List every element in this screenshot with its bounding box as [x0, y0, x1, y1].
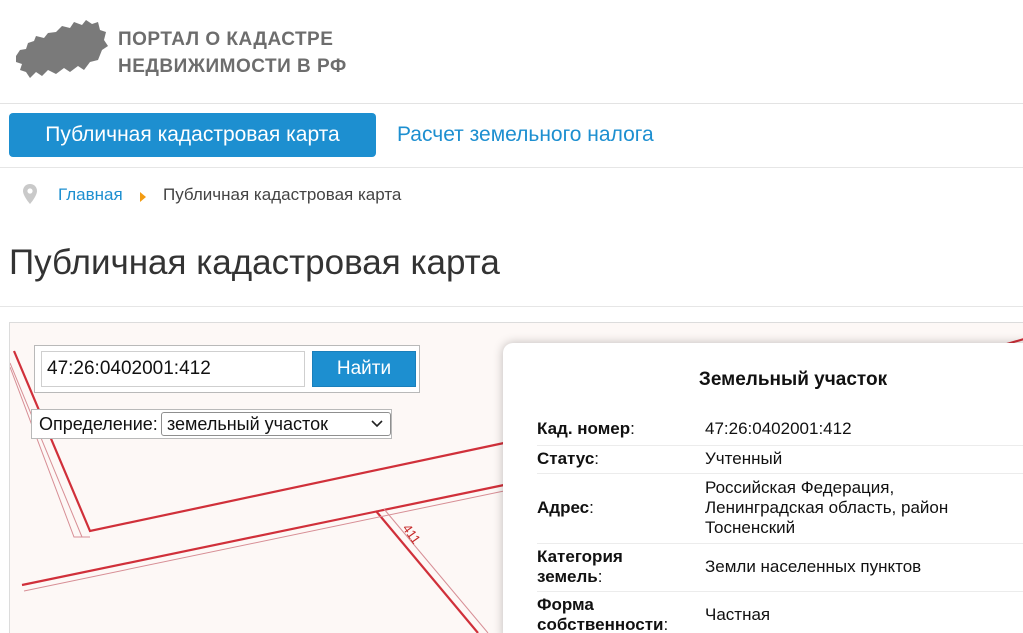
info-key: Категория земель: — [537, 543, 705, 592]
site-header: ПОРТАЛ О КАДАСТРЕ НЕДВИЖИМОСТИ В РФ — [0, 0, 1023, 100]
definition-select-value: земельный участок — [167, 414, 328, 434]
info-key: Форма собственности: — [537, 591, 705, 633]
parcel-info-table: Кад. номер: 47:26:0402001:412 Статус: Уч… — [537, 413, 1023, 633]
info-value-ownership: Частная — [705, 591, 1023, 633]
definition-panel: Определение: земельный участок — [31, 409, 392, 439]
page-title: Публичная кадастровая карта — [9, 243, 500, 282]
location-pin-icon — [23, 184, 37, 204]
breadcrumb-current: Публичная кадастровая карта — [163, 185, 402, 204]
popup-title: Земельный участок — [698, 369, 888, 390]
divider — [0, 103, 1023, 104]
definition-select[interactable]: земельный участок — [161, 412, 391, 436]
table-row: Категория земель: Земли населенных пункто… — [537, 543, 1023, 592]
table-row: Адрес: Российская Федерация, Ленинградск… — [537, 473, 1023, 544]
parcel-info-popup: Земельный участок Кад. номер: 47:26:0402… — [503, 343, 1023, 633]
search-panel: Найти — [34, 345, 420, 393]
info-value-status: Учтенный — [705, 445, 1023, 474]
chevron-down-icon — [371, 420, 383, 428]
cadastral-number-input[interactable] — [41, 351, 305, 387]
breadcrumb-home-link[interactable]: Главная — [58, 185, 123, 205]
info-key: Адрес: — [537, 473, 705, 544]
breadcrumb-separator-icon — [140, 192, 146, 202]
nav-link-land-tax[interactable]: Расчет земельного налога — [397, 113, 654, 157]
logo-line-1: ПОРТАЛ О КАДАСТРЕ — [118, 29, 334, 50]
nav-tab-cadastral-map[interactable]: Публичная кадастровая карта — [9, 113, 376, 157]
info-value-cadastral-number: 47:26:0402001:412 — [705, 413, 1023, 446]
table-row: Статус: Учтенный — [537, 445, 1023, 474]
info-value-address: Российская Федерация, Ленинградская обла… — [705, 473, 1023, 544]
info-value-land-category: Земли населенных пунктов — [705, 543, 1023, 592]
divider — [0, 306, 1023, 307]
info-key: Статус: — [537, 445, 705, 474]
russia-map-icon[interactable] — [14, 16, 110, 82]
info-key: Кад. номер: — [537, 413, 705, 446]
definition-label: Определение: — [39, 414, 158, 434]
site-logo-text[interactable]: ПОРТАЛ О КАДАСТРЕ НЕДВИЖИМОСТИ В РФ — [118, 26, 347, 80]
search-button[interactable]: Найти — [312, 351, 416, 387]
table-row: Кад. номер: 47:26:0402001:412 — [537, 413, 1023, 446]
cadastral-map[interactable]: 411 Найти Определение: земельный участок… — [9, 322, 1023, 633]
divider — [0, 167, 1023, 168]
logo-line-2: НЕДВИЖИМОСТИ В РФ — [118, 56, 347, 77]
table-row: Форма собственности: Частная — [537, 591, 1023, 633]
